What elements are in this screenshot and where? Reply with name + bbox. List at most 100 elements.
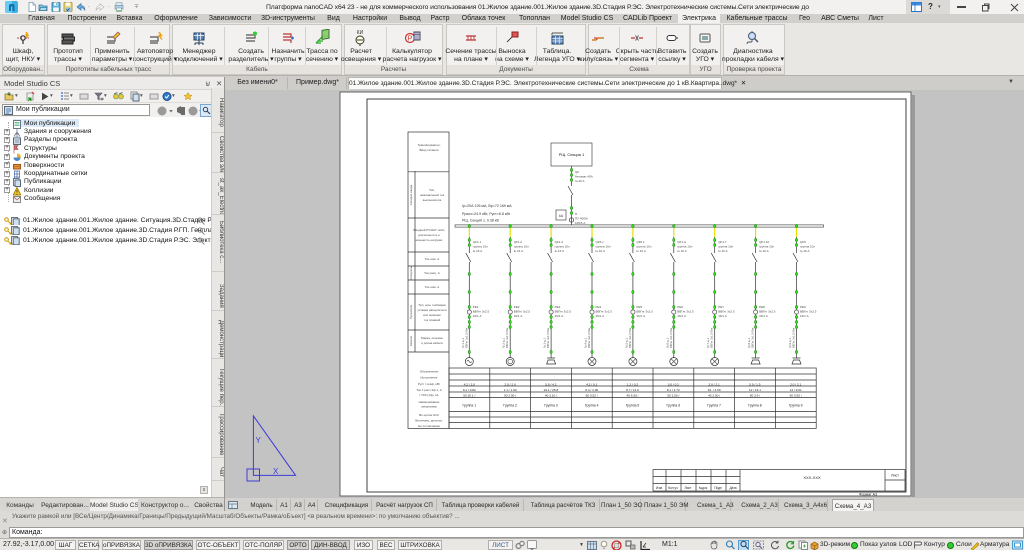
svg-text:16/1 А: 16/1 А: [636, 314, 645, 318]
svg-text:ВВГнг 3х2.5: ВВГнг 3х2.5: [800, 310, 817, 314]
svg-text:12 / 16.1: 12 / 16.1: [749, 388, 761, 392]
svg-text:Гр.7 щ.1: Гр.7 щ.1: [706, 337, 710, 348]
svg-text:группа 10л: группа 10л: [677, 245, 692, 249]
svg-text:16. / 3.00: 16. / 3.00: [708, 388, 721, 392]
svg-text:QF5.1: QF5.1: [636, 240, 645, 244]
svg-text:50 0.52 /: 50 0.52 /: [586, 393, 598, 397]
svg-text:группа 10л: группа 10л: [596, 245, 611, 249]
svg-text:Тип,: Тип,: [429, 188, 435, 192]
svg-text:Автомат 40А: Автомат 40А: [575, 175, 593, 179]
svg-text:Группа 1: Группа 1: [463, 404, 477, 408]
svg-text:I ТКЗ (1ф), кА: I ТКЗ (1ф), кА: [420, 393, 439, 397]
svg-text:Группа 7: Группа 7: [707, 404, 721, 408]
svg-text:QF1.10: QF1.10: [759, 240, 769, 244]
svg-text:Гр.4 щ.1: Гр.4 щ.1: [584, 337, 588, 348]
svg-text:5.0 / 1.5: 5.0 / 1.5: [749, 383, 760, 387]
svg-text:QF1.1: QF1.1: [473, 240, 482, 244]
svg-text:№док: №док: [699, 486, 708, 490]
svg-text:QF5.с: QF5.с: [596, 240, 605, 244]
svg-text:РЕ4: РЕ4: [596, 305, 602, 309]
svg-text:Iн 16 А: Iн 16 А: [514, 249, 524, 253]
svg-text:Величина, детализ.: Величина, детализ.: [415, 418, 442, 422]
svg-text:16/1 А: 16/1 А: [759, 314, 768, 318]
svg-text:РЕ2: РЕ2: [514, 305, 520, 309]
svg-text:выключателя: выключателя: [423, 198, 442, 202]
svg-text:Iн 16 А: Iн 16 А: [759, 249, 769, 253]
svg-text:КИ: КИ: [357, 30, 364, 36]
svg-text:ВВГнг 3х1.5 Юм: ВВГнг 3х1.5 Юм: [505, 328, 509, 348]
svg-text:5.0 / 4.2: 5.0 / 4.2: [545, 383, 556, 387]
svg-text:Iн 16 А: Iн 16 А: [677, 249, 687, 253]
svg-text:Группа 3: Группа 3: [544, 404, 558, 408]
svg-text:Аппарат ввода: Аппарат ввода: [409, 184, 413, 205]
svg-text:50 20.1 /: 50 20.1 /: [463, 393, 475, 397]
svg-text:ВВГнг 3х1.5 Юм: ВВГнг 3х1.5 Юм: [669, 328, 673, 348]
svg-text:РЕ9: РЕ9: [800, 305, 806, 309]
svg-text:Подп: Подп: [714, 486, 722, 490]
svg-text:16/1 А: 16/1 А: [473, 314, 482, 318]
svg-text:группа 10л: группа 10л: [636, 245, 651, 249]
svg-text:РЩ, Секция 1, 0.38 кВ: РЩ, Секция 1, 0.38 кВ: [462, 219, 500, 223]
svg-text:50 3.9 /: 50 3.9 /: [750, 393, 760, 397]
svg-text:ВВГнг 3х1.5 Юм: ВВГнг 3х1.5 Юм: [751, 328, 755, 348]
svg-text:ПУ 40/5А: ПУ 40/5А: [575, 217, 588, 221]
svg-text:Формат А3: Формат А3: [859, 493, 877, 497]
svg-text:P: P: [408, 36, 413, 43]
svg-text:4.2 / 0.1: 4.2 / 0.1: [586, 383, 597, 387]
svg-text:Дата: Дата: [729, 486, 736, 490]
svg-text:Кабели: Кабели: [409, 336, 413, 346]
svg-text:16/1 А: 16/1 А: [677, 314, 686, 318]
svg-text:QF1.3: QF1.3: [555, 240, 564, 244]
svg-text:Марка, сечение: Марка, сечение: [421, 336, 443, 340]
svg-text:группа 10л: группа 10л: [473, 245, 488, 249]
svg-text:24.1 / 25.8: 24.1 / 25.8: [544, 388, 559, 392]
svg-text:Iн 16 А: Iн 16 А: [596, 249, 606, 253]
svg-text:40 3.10 /: 40 3.10 /: [545, 393, 557, 397]
svg-text:Гр.6 щ.1: Гр.6 щ.1: [665, 337, 669, 348]
svg-text:группа 10л: группа 10л: [718, 245, 733, 249]
svg-text:Ток расц. А: Ток расц. А: [424, 271, 440, 275]
svg-text:РЕ6: РЕ6: [677, 305, 683, 309]
svg-text:Трансформатор,: Трансформатор,: [417, 143, 440, 147]
svg-text:Iн 40 А: Iн 40 А: [575, 179, 585, 183]
svg-text:Iр=20А 126 мА, Вр=72 169 мА: Iр=20А 126 мА, Вр=72 169 мА: [462, 204, 512, 208]
svg-text:QF: QF: [575, 170, 579, 174]
svg-text:Ррасч=24.9 кВт, Руст=6.8 кВт: Ррасч=24.9 кВт, Руст=6.8 кВт: [462, 212, 511, 216]
svg-text:50 2.50 /: 50 2.50 /: [504, 393, 516, 397]
svg-text:Группа 8: Группа 8: [748, 404, 762, 408]
svg-text:16/1 А: 16/1 А: [718, 314, 727, 318]
svg-text:ВВГнг 3х2.5: ВВГнг 3х2.5: [718, 310, 735, 314]
svg-text:Лист: Лист: [891, 474, 899, 478]
svg-text:Гр.9 щ.1: Гр.9 щ.1: [788, 337, 792, 348]
svg-text:П: П: [575, 212, 577, 216]
svg-text:QF1.7: QF1.7: [718, 240, 727, 244]
svg-text:ВВГнг 3х2.5: ВВГнг 3х2.5: [636, 310, 653, 314]
svg-text:Наименование: Наименование: [419, 400, 440, 404]
svg-text:ХХХ-ХХХ: ХХХ-ХХХ: [803, 475, 821, 480]
svg-text:Вводной РУ/НКУ либо: Вводной РУ/НКУ либо: [414, 228, 445, 232]
svg-text:Гр.3 щ.1: Гр.3 щ.1: [543, 337, 547, 348]
svg-text:45 6.50 /: 45 6.50 /: [626, 393, 638, 397]
svg-text:1.1 / 1.60: 1.1 / 1.60: [504, 388, 517, 392]
svg-text:QF1.2: QF1.2: [514, 240, 523, 244]
svg-text:ВВГнг 3х2.5: ВВГнг 3х2.5: [514, 310, 531, 314]
svg-text:ВВГнг 3х2.5: ВВГнг 3х2.5: [759, 310, 776, 314]
svg-text:Во щитах НУ2: Во щитах НУ2: [419, 413, 439, 417]
svg-text:50 5.50 /: 50 5.50 /: [790, 393, 802, 397]
svg-text:ВВГнг 3х2.5: ВВГнг 3х2.5: [555, 310, 572, 314]
svg-text:QF1.А: QF1.А: [677, 240, 686, 244]
svg-text:ВВГнг 3х2.5: ВВГнг 3х2.5: [677, 310, 694, 314]
svg-text:ток плавкой: ток плавкой: [424, 318, 441, 322]
svg-text:Аппараты: Аппараты: [409, 266, 413, 280]
svg-text:Руст / cosф, кВт: Руст / cosф, кВт: [418, 382, 441, 386]
svg-text:16/1 А: 16/1 А: [555, 314, 564, 318]
svg-text:Группа 2: Группа 2: [503, 404, 517, 408]
svg-text:Исполнение: Исполнение: [421, 376, 438, 380]
svg-text:мощность нагрузки: мощность нагрузки: [416, 238, 443, 242]
svg-text:РЕ7: РЕ7: [718, 305, 724, 309]
svg-text:группа 10л: группа 10л: [555, 245, 570, 249]
svg-text:Пускатели: Пускатели: [409, 304, 413, 319]
svg-text:Гр.8 щ.1: Гр.8 щ.1: [747, 337, 751, 348]
svg-text:Iн 16 А: Iн 16 А: [555, 249, 565, 253]
svg-text:РЩ. Секция 1: РЩ. Секция 1: [559, 152, 585, 157]
